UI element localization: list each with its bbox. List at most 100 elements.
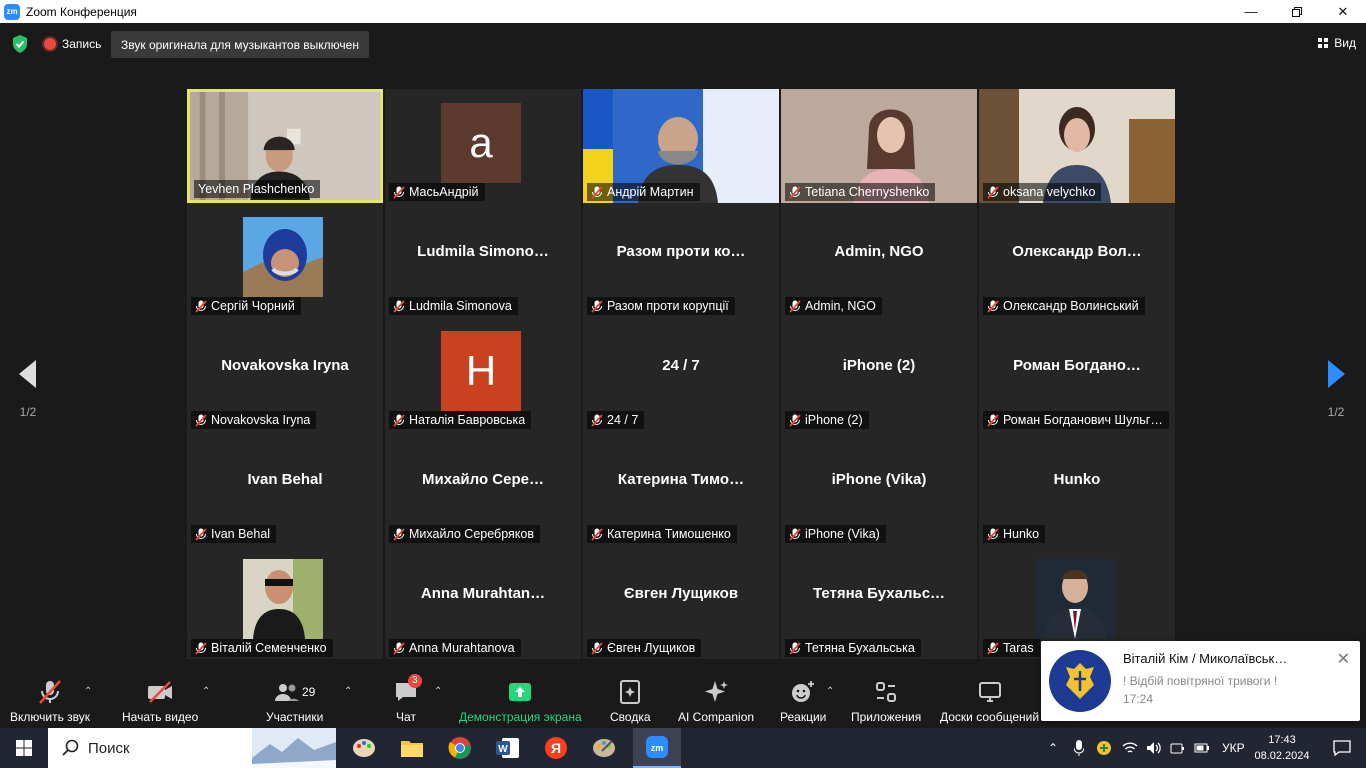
file-explorer-icon[interactable] [388,728,436,768]
participant-display-name: Hunko [1053,471,1101,488]
wifi-icon[interactable] [1122,741,1138,755]
participant-tile[interactable]: Tetiana Chernyshenko [781,89,977,203]
participant-name: Олександр Волинський [1003,299,1139,313]
participant-name-label: Ludmila Simonova [389,297,518,315]
volume-icon[interactable] [1146,741,1162,755]
chrome-icon[interactable] [436,728,484,768]
participants-caret-icon[interactable]: ⌃ [344,686,352,697]
whiteboards-button[interactable]: Доски сообщений [940,678,1039,724]
participant-name: Сергій Чорний [211,299,295,313]
reactions-button[interactable]: Реакции [780,678,826,724]
participant-tile[interactable]: a МасьАндрій [385,89,581,203]
coat-of-arms-icon [1049,650,1111,712]
telegram-notification[interactable]: Віталій Кім / Миколаївськ… ! Відбій пові… [1041,641,1360,721]
restore-icon[interactable] [1274,0,1320,23]
chevron-left-icon[interactable] [19,360,37,388]
participant-tile[interactable]: 24 / 7 24 / 7 [583,317,779,431]
participant-tile[interactable]: Yevhen Plashchenko [187,89,383,203]
clock-time: 17:43 [1268,734,1296,746]
participant-tile[interactable]: iPhone (2) iPhone (2) [781,317,977,431]
participant-tile[interactable]: Віталій Семенченко [187,545,383,659]
close-icon[interactable]: ✕ [1337,649,1350,669]
participant-name-label: iPhone (Vika) [785,525,886,543]
mic-muted-icon [393,641,405,655]
recording-indicator[interactable]: Запись [44,37,101,51]
taskbar-clock[interactable]: 17:43 08.02.2024 [1250,732,1314,764]
microphone-icon[interactable] [1074,740,1084,756]
participant-display-name: Admin, NGO [834,243,924,260]
participant-tile[interactable]: Сергій Чорний [187,203,383,317]
participant-tile[interactable]: oksana velychko [979,89,1175,203]
participant-name: Hunko [1003,527,1040,541]
participant-tile[interactable]: Hunko Hunko [979,431,1175,545]
participant-name: Yevhen Plashchenko [198,182,315,196]
participant-name-label: Сергій Чорний [191,297,301,315]
participant-name-label: Ivan Behal [191,525,277,543]
participant-name: Роман Богданович Шульг… [1003,413,1163,427]
participant-tile[interactable]: Разом проти ко… Разом проти корупції [583,203,779,317]
original-sound-banner[interactable]: Звук оригинала для музыкантов выключен [111,31,369,58]
notifications-center-icon[interactable] [1318,728,1366,768]
participant-name-label: Taras [983,639,1040,657]
participant-tile[interactable]: Тетяна Бухальс… Тетяна Бухальська [781,545,977,659]
next-page-nav[interactable]: 1/2 [1318,360,1354,419]
audio-options-caret-icon[interactable]: ⌃ [84,686,92,697]
video-options-caret-icon[interactable]: ⌃ [202,686,210,697]
word-icon[interactable]: W [484,728,532,768]
view-label: Вид [1334,36,1356,50]
participant-tile[interactable]: Михайло Сере… Михайло Серебряков [385,431,581,545]
participant-tile[interactable]: H Наталія Бавровська [385,317,581,431]
battery-icon[interactable] [1194,741,1210,755]
participant-tile[interactable]: Олександр Вол… Олександр Волинський [979,203,1175,317]
mic-muted-icon [195,299,207,313]
windows-start-button[interactable] [0,728,48,768]
chevron-right-icon[interactable] [1327,360,1345,388]
unmute-button[interactable]: Включить звук [10,678,90,724]
participant-name-label: Разом проти корупції [587,297,735,315]
view-button[interactable]: Вид [1318,36,1356,50]
participant-name: oksana velychko [1003,185,1096,199]
paint3d-icon[interactable] [580,728,628,768]
chat-button[interactable]: 3 Чат [394,674,422,724]
prev-page-nav[interactable]: 1/2 [10,360,46,419]
minimize-icon[interactable]: — [1228,0,1274,23]
participant-tile[interactable]: Роман Богдано… Роман Богданович Шульг… [979,317,1175,431]
shield-check-icon[interactable] [12,35,28,53]
ai-companion-button[interactable]: AI Companion [678,678,754,724]
participant-tile[interactable]: Катерина Тимо… Катерина Тимошенко [583,431,779,545]
reactions-label: Реакции [780,710,827,724]
participant-tile[interactable]: Андрій Мартин [583,89,779,203]
chat-label: Чат [396,710,416,724]
language-indicator[interactable]: УКР [1222,741,1245,755]
share-screen-label: Демонстрация экрана [459,710,582,724]
network-status-icon[interactable] [1096,740,1112,756]
close-icon[interactable]: ✕ [1320,0,1366,23]
participant-name-label: Роман Богданович Шульг… [983,411,1169,429]
power-mode-icon[interactable] [1170,741,1186,755]
participant-tile[interactable]: Євген Лущиков Євген Лущиков [583,545,779,659]
participant-name: Михайло Серебряков [409,527,534,541]
taskbar-search[interactable]: Поиск [48,728,336,768]
participant-tile[interactable]: iPhone (Vika) iPhone (Vika) [781,431,977,545]
participant-tile[interactable]: Anna Murahtan… Anna Murahtanova [385,545,581,659]
participant-name: iPhone (Vika) [805,527,880,541]
yandex-icon[interactable]: Я [532,728,580,768]
chat-caret-icon[interactable]: ⌃ [434,686,442,697]
summary-button[interactable]: Сводка [610,678,651,724]
reactions-caret-icon[interactable]: ⌃ [826,686,834,697]
share-screen-button[interactable]: Демонстрация экрана [459,678,582,724]
paint-app-icon[interactable] [340,728,388,768]
participant-name: МасьАндрій [409,185,479,199]
participant-tile[interactable]: Novakovska Iryna Novakovska Iryna [187,317,383,431]
participant-tile[interactable]: Ludmila Simono… Ludmila Simonova [385,203,581,317]
participant-display-name: Олександр Вол… [1012,243,1142,260]
zoom-taskbar-icon[interactable]: zm [633,728,681,768]
participants-button[interactable]: 29 Участники [266,678,323,724]
ai-companion-label: AI Companion [678,710,755,724]
apps-button[interactable]: Приложения [851,678,921,724]
mic-muted-icon [987,641,999,655]
participant-tile[interactable]: Admin, NGO Admin, NGO [781,203,977,317]
participant-tile[interactable]: Ivan Behal Ivan Behal [187,431,383,545]
start-video-button[interactable]: Начать видео [122,678,198,724]
show-hidden-icons-icon[interactable]: ⌃ [1048,741,1062,755]
